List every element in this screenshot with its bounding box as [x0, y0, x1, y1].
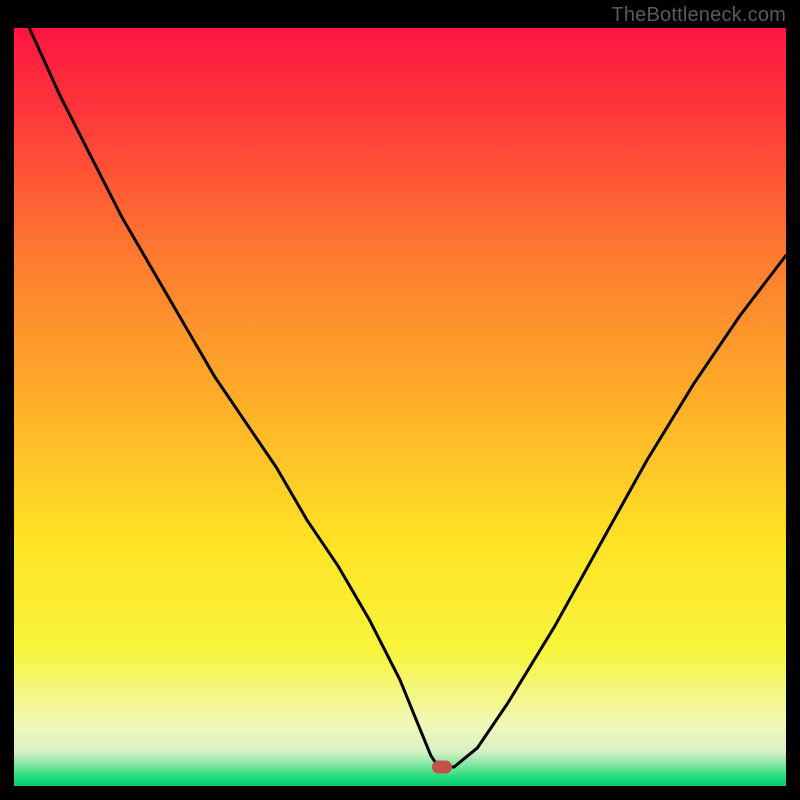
bottleneck-chart	[14, 28, 786, 786]
bottleneck-marker	[432, 761, 452, 774]
gradient-background	[14, 28, 786, 786]
watermark-text: TheBottleneck.com	[611, 4, 786, 27]
plot-frame	[14, 28, 786, 786]
